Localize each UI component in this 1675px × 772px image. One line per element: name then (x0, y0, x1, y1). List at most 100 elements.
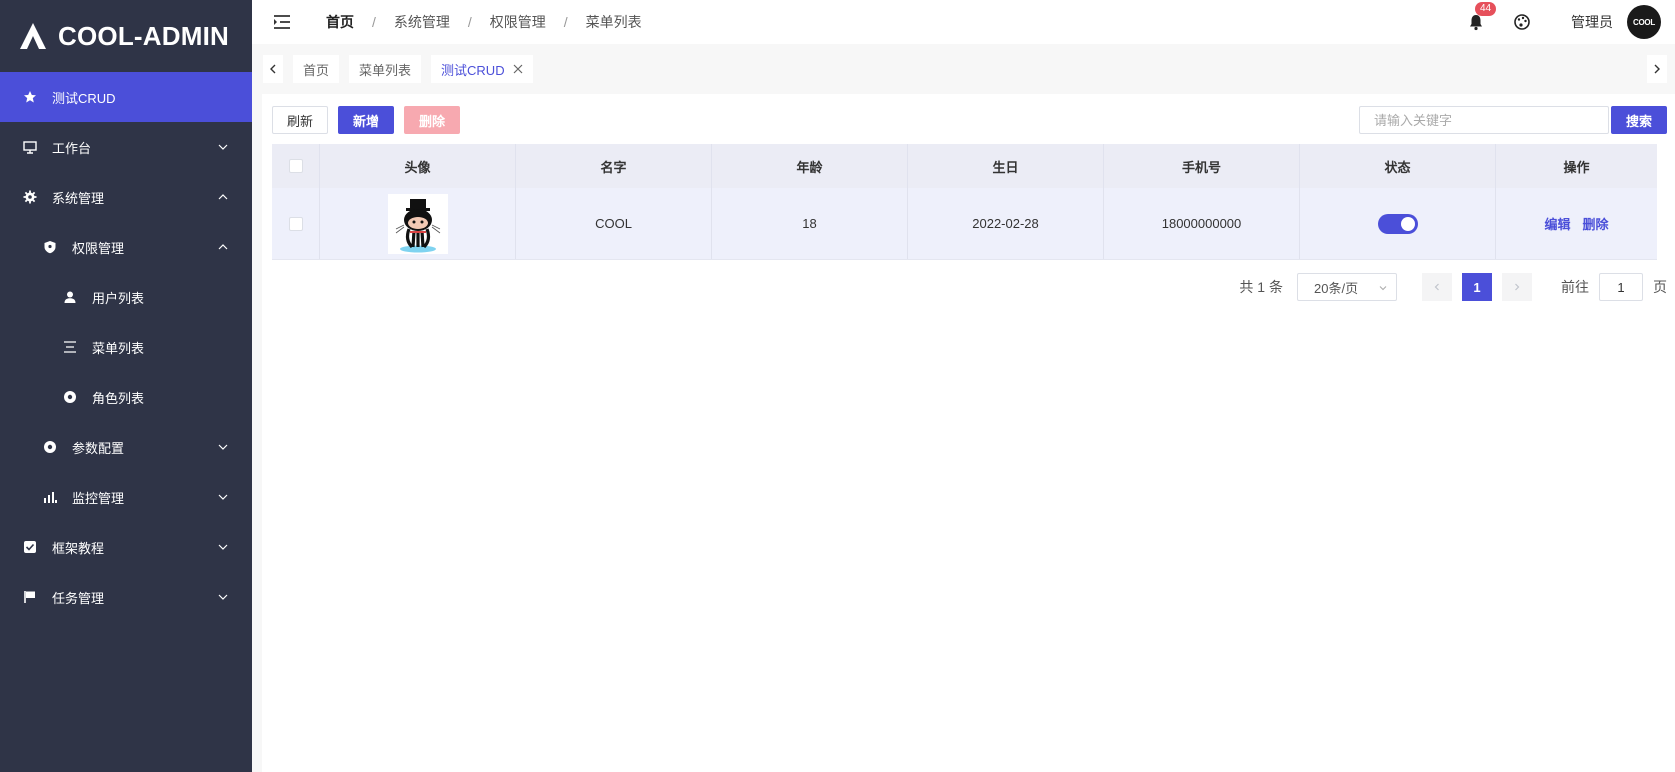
row-delete-link[interactable]: 删除 (1583, 214, 1609, 233)
tabs-scroll-right-button[interactable] (1647, 55, 1667, 83)
sidebar-item-params[interactable]: 参数配置 (0, 422, 252, 472)
column-header: 生日 (908, 144, 1104, 188)
breadcrumb-separator: / (467, 14, 472, 30)
breadcrumb-item[interactable]: 权限管理 (490, 12, 546, 32)
prev-page-button[interactable] (1422, 273, 1452, 301)
total-count: 共 1 条 (1239, 279, 1283, 295)
page-number-button[interactable]: 1 (1462, 273, 1492, 301)
select-all-checkbox[interactable] (288, 159, 303, 173)
flag-icon (22, 589, 38, 605)
sidebar-item-tasks[interactable]: 任务管理 (0, 572, 252, 622)
row-select-cell (272, 188, 320, 259)
logo: COOL-ADMIN (0, 0, 252, 72)
crud-toolbar: 刷新 新增 删除 搜索 (262, 94, 1675, 146)
star-icon (22, 89, 38, 105)
chevron-right-icon (1654, 64, 1660, 74)
select-all-cell (272, 144, 320, 188)
sidebar-menu: 测试CRUD 工作台 系统管理 权限管理 用户列表 菜单列表 角色列表 参数配置… (0, 72, 252, 622)
goto-label: 前往 (1561, 279, 1589, 295)
chevron-down-icon (218, 544, 228, 550)
chevron-left-icon (270, 64, 276, 74)
sidebar-item-menu-list[interactable]: 菜单列表 (0, 322, 252, 372)
goto-suffix: 页 (1653, 279, 1667, 295)
column-header: 状态 (1300, 144, 1496, 188)
chevron-down-icon (218, 594, 228, 600)
palette-icon[interactable] (1513, 13, 1531, 31)
chevron-right-icon (1515, 283, 1520, 291)
avatar[interactable]: COOL (1627, 5, 1661, 39)
sidebar-item-tutorial[interactable]: 框架教程 (0, 522, 252, 572)
user-icon (62, 289, 78, 305)
table-header-row: 头像 名字 年龄 生日 手机号 状态 操作 (272, 144, 1657, 188)
sidebar-item-workbench[interactable]: 工作台 (0, 122, 252, 172)
tab-menu-list[interactable]: 菜单列表 (349, 55, 422, 83)
menu-fold-icon[interactable] (272, 12, 292, 32)
edit-link[interactable]: 编辑 (1544, 214, 1570, 233)
sidebar-item-label: 测试CRUD (52, 90, 116, 106)
phone-cell: 18000000000 (1104, 188, 1300, 259)
avatar-text: COOL (1633, 17, 1655, 27)
avatar-cell (320, 188, 516, 259)
sidebar-item-test-crud[interactable]: 测试CRUD (0, 72, 252, 122)
logo-icon (20, 23, 46, 49)
notification-badge: 44 (1475, 2, 1497, 16)
data-table: 头像 名字 年龄 生日 手机号 状态 操作 COOL 18 2022-02-28… (272, 144, 1657, 260)
chevron-down-icon (1379, 286, 1387, 291)
add-button[interactable]: 新增 (338, 106, 395, 134)
breadcrumb: 首页 / 系统管理 / 权限管理 / 菜单列表 (326, 12, 642, 32)
row-checkbox[interactable] (288, 216, 303, 231)
table-row[interactable]: COOL 18 2022-02-28 18000000000 编辑 删除 (272, 188, 1657, 260)
next-page-button[interactable] (1502, 273, 1532, 301)
monitor-icon (22, 139, 38, 155)
crud-panel: 刷新 新增 删除 搜索 头像 名字 年龄 生日 手机号 状态 操作 (262, 94, 1675, 772)
username[interactable]: 管理员 (1571, 12, 1613, 32)
sidebar-item-permissions[interactable]: 权限管理 (0, 222, 252, 272)
status-toggle[interactable] (1377, 213, 1418, 234)
column-header: 年龄 (712, 144, 908, 188)
chevron-down-icon (218, 444, 228, 450)
tab-test-crud[interactable]: 测试CRUD (431, 55, 533, 83)
tabs-scroll-left-button[interactable] (263, 55, 283, 83)
sidebar-item-role-list[interactable]: 角色列表 (0, 372, 252, 422)
menu-lines-icon (62, 339, 78, 355)
chevron-down-icon (218, 494, 228, 500)
sidebar-item-label: 权限管理 (72, 240, 125, 256)
breadcrumb-item[interactable]: 系统管理 (394, 12, 450, 32)
octocat-avatar-icon (395, 198, 440, 252)
chevron-left-icon (1434, 283, 1439, 291)
sidebar-item-user-list[interactable]: 用户列表 (0, 272, 252, 322)
checkbox-icon (22, 539, 38, 555)
sidebar-item-system[interactable]: 系统管理 (0, 172, 252, 222)
circle-dot-icon (62, 389, 78, 405)
goto-page-input[interactable] (1599, 273, 1643, 301)
page-size-select[interactable]: 20条/页 (1297, 273, 1397, 301)
tab-home[interactable]: 首页 (293, 55, 340, 83)
delete-button[interactable]: 删除 (404, 106, 461, 134)
breadcrumb-item[interactable]: 首页 (326, 12, 354, 32)
sidebar-item-label: 用户列表 (92, 290, 145, 306)
page-size-value: 20条/页 (1314, 280, 1359, 296)
header-actions: 44 管理员 COOL (1467, 0, 1675, 44)
gear-icon (22, 189, 38, 205)
bar-chart-icon (42, 489, 58, 505)
sidebar-item-label: 菜单列表 (92, 340, 145, 356)
operations-cell: 编辑 删除 (1496, 188, 1657, 259)
sidebar-item-label: 系统管理 (52, 190, 105, 206)
refresh-button[interactable]: 刷新 (272, 106, 329, 134)
sidebar-item-monitor[interactable]: 监控管理 (0, 472, 252, 522)
pagination: 共 1 条 20条/页 1 前往 页 (1239, 272, 1667, 302)
sidebar: COOL-ADMIN 测试CRUD 工作台 系统管理 权限管理 用户列表 菜单列 (0, 0, 252, 772)
breadcrumb-separator: / (563, 14, 568, 30)
sidebar-item-label: 参数配置 (72, 440, 125, 456)
search-button[interactable]: 搜索 (1610, 106, 1667, 134)
tab-label: 测试CRUD (441, 62, 505, 78)
notification-button[interactable]: 44 (1467, 2, 1497, 31)
breadcrumb-item[interactable]: 菜单列表 (586, 12, 642, 32)
avatar-image[interactable] (387, 193, 448, 254)
toggle-knob (1400, 216, 1415, 231)
top-header: 首页 / 系统管理 / 权限管理 / 菜单列表 44 管理员 COOL (252, 0, 1675, 44)
sidebar-item-label: 任务管理 (52, 590, 105, 606)
chevron-up-icon (218, 194, 228, 200)
close-icon[interactable] (513, 64, 523, 74)
search-input[interactable] (1359, 106, 1609, 134)
